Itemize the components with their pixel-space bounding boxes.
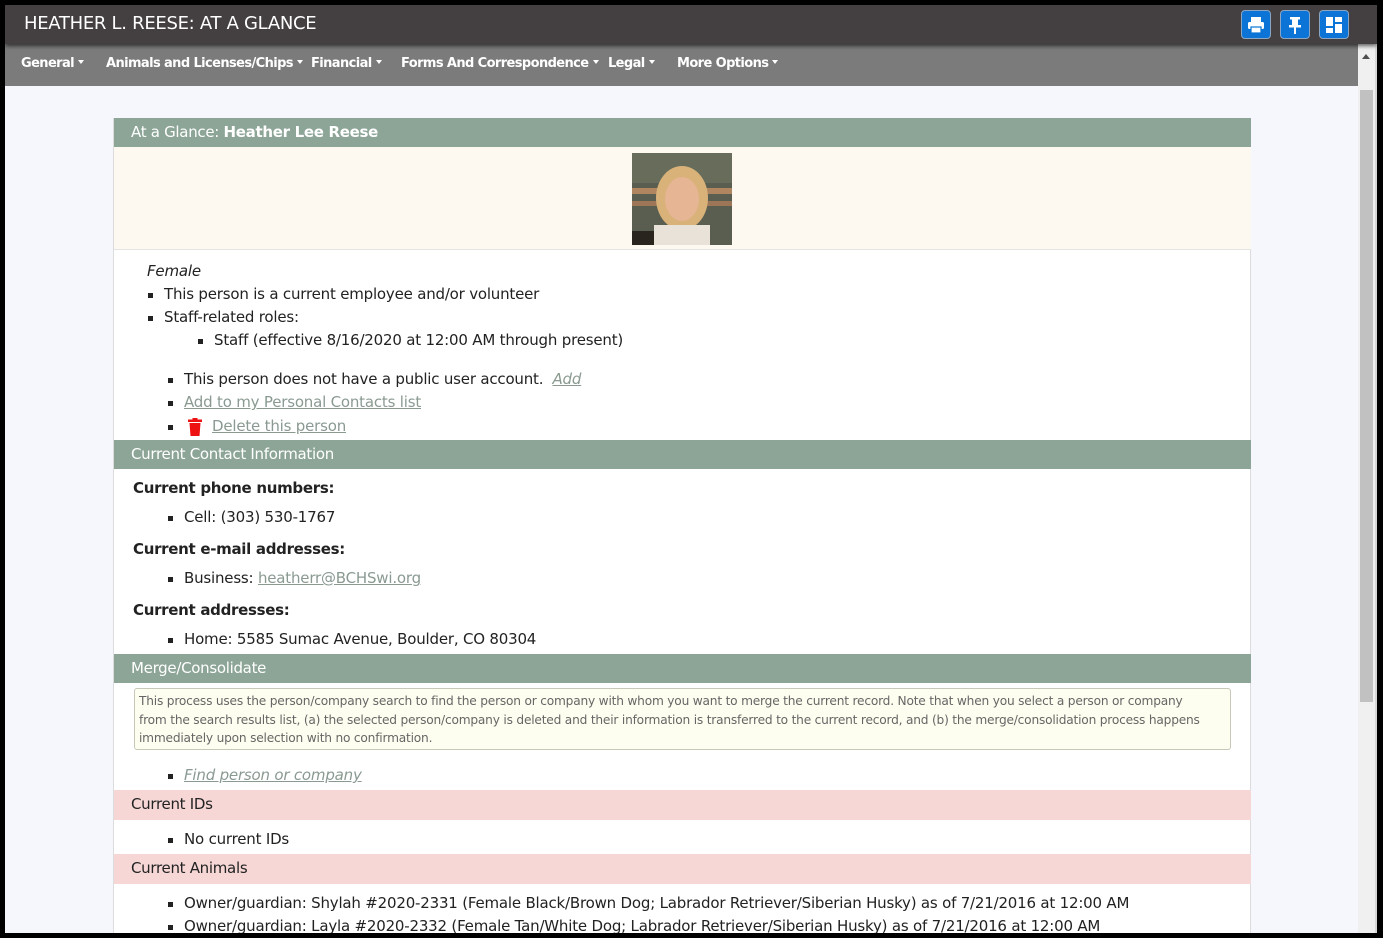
email-addresses-label: Current e-mail addresses: <box>133 540 346 558</box>
add-to-contacts-link[interactable]: Add to my Personal Contacts list <box>184 393 421 411</box>
gender-label: Female <box>147 262 201 280</box>
phone-numbers-label: Current phone numbers: <box>133 479 335 497</box>
menu-bar: General Animals and Licenses/Chips Finan… <box>5 44 1358 86</box>
addresses-label: Current addresses: <box>133 601 290 619</box>
at-a-glance-panel: At a Glance: Heather Lee Reese Female Th… <box>113 118 1251 933</box>
menu-financial-label: Financial <box>311 56 372 71</box>
phone-item: Cell: (303) 530-1767 <box>167 508 336 526</box>
current-animals-header: Current Animals <box>114 854 1251 884</box>
caret-down-icon <box>648 60 655 64</box>
staff-roles-label: Staff-related roles: <box>148 308 299 326</box>
portrait-image <box>632 153 732 245</box>
scroll-up-arrow-icon[interactable] <box>1362 54 1370 59</box>
merge-notice-line: immediately upon selection with no confi… <box>139 731 433 745</box>
menu-more-options[interactable]: More Options <box>677 56 779 71</box>
trash-icon[interactable] <box>187 418 203 436</box>
person-photo[interactable] <box>632 153 732 245</box>
animal-item[interactable]: Owner/guardian: Shylah #2020-2331 (Femal… <box>167 894 1129 912</box>
menu-financial[interactable]: Financial <box>311 56 382 71</box>
pushpin-icon <box>1289 16 1301 34</box>
email-type: Business: <box>184 569 258 587</box>
window-title: HEATHER L. REESE: AT A GLANCE <box>24 13 317 34</box>
photo-row <box>114 147 1251 250</box>
menu-general[interactable]: General <box>21 56 84 71</box>
menu-forms-label: Forms And Correspondence <box>401 56 589 71</box>
scrollbar-thumb[interactable] <box>1360 90 1373 702</box>
contact-info-header: Current Contact Information <box>114 440 1251 469</box>
caret-down-icon <box>375 60 382 64</box>
at-a-glance-header: At a Glance: Heather Lee Reese <box>114 118 1251 147</box>
find-person-item: Find person or company <box>168 766 362 784</box>
email-item: Business: heatherr@BCHSwi.org <box>168 569 421 587</box>
address-item: Home: 5585 Sumac Avenue, Boulder, CO 803… <box>167 630 537 648</box>
animal-item[interactable]: Owner/guardian: Layla #2020-2332 (Female… <box>167 917 1100 933</box>
layout-button[interactable] <box>1319 10 1349 39</box>
delete-person-item: Delete this person <box>167 417 346 436</box>
id-item: No current IDs <box>167 830 290 848</box>
menu-legal-label: Legal <box>608 56 645 71</box>
merge-notice-line: This process uses the person/company sea… <box>139 694 1183 708</box>
caret-down-icon <box>296 60 303 64</box>
dashboard-layout-icon <box>1326 16 1342 33</box>
window-edge <box>1375 44 1377 933</box>
caret-down-icon <box>592 60 599 64</box>
caret-down-icon <box>772 60 779 64</box>
find-person-company-link[interactable]: Find person or company <box>184 766 362 784</box>
add-public-account-link[interactable]: Add <box>552 370 581 388</box>
public-account-status: This person does not have a public user … <box>167 370 581 388</box>
title-bar: HEATHER L. REESE: AT A GLANCE <box>5 5 1377 44</box>
vertical-scrollbar[interactable] <box>1358 44 1375 933</box>
merge-notice-line: from the search results list, (a) the se… <box>139 712 1200 727</box>
menu-animals-label: Animals and Licenses/Chips <box>106 56 294 71</box>
email-link[interactable]: heatherr@BCHSwi.org <box>258 569 421 587</box>
delete-person-link[interactable]: Delete this person <box>212 417 346 435</box>
caret-down-icon <box>78 60 84 64</box>
menu-more-label: More Options <box>677 56 769 71</box>
merge-notice: This process uses the person/company sea… <box>134 688 1231 750</box>
add-contacts-item: Add to my Personal Contacts list <box>168 393 421 411</box>
app-window: HEATHER L. REESE: AT A GLANCE General An… <box>5 5 1377 933</box>
menu-forms-correspondence[interactable]: Forms And Correspondence <box>401 56 599 71</box>
staff-role-item: Staff (effective 8/16/2020 at 12:00 AM t… <box>197 331 624 349</box>
print-button[interactable] <box>1241 10 1271 39</box>
menu-legal[interactable]: Legal <box>608 56 655 71</box>
public-account-text: This person does not have a public user … <box>184 370 544 388</box>
pin-button[interactable] <box>1280 10 1310 39</box>
person-name: Heather Lee Reese <box>223 123 379 141</box>
employee-status: This person is a current employee and/or… <box>147 285 540 303</box>
printer-icon <box>1248 16 1264 34</box>
current-ids-header: Current IDs <box>114 790 1251 820</box>
merge-consolidate-header: Merge/Consolidate <box>114 654 1251 683</box>
menu-general-label: General <box>21 56 75 71</box>
menu-animals-licenses[interactable]: Animals and Licenses/Chips <box>106 56 303 71</box>
header-prefix: At a Glance: <box>131 123 224 141</box>
